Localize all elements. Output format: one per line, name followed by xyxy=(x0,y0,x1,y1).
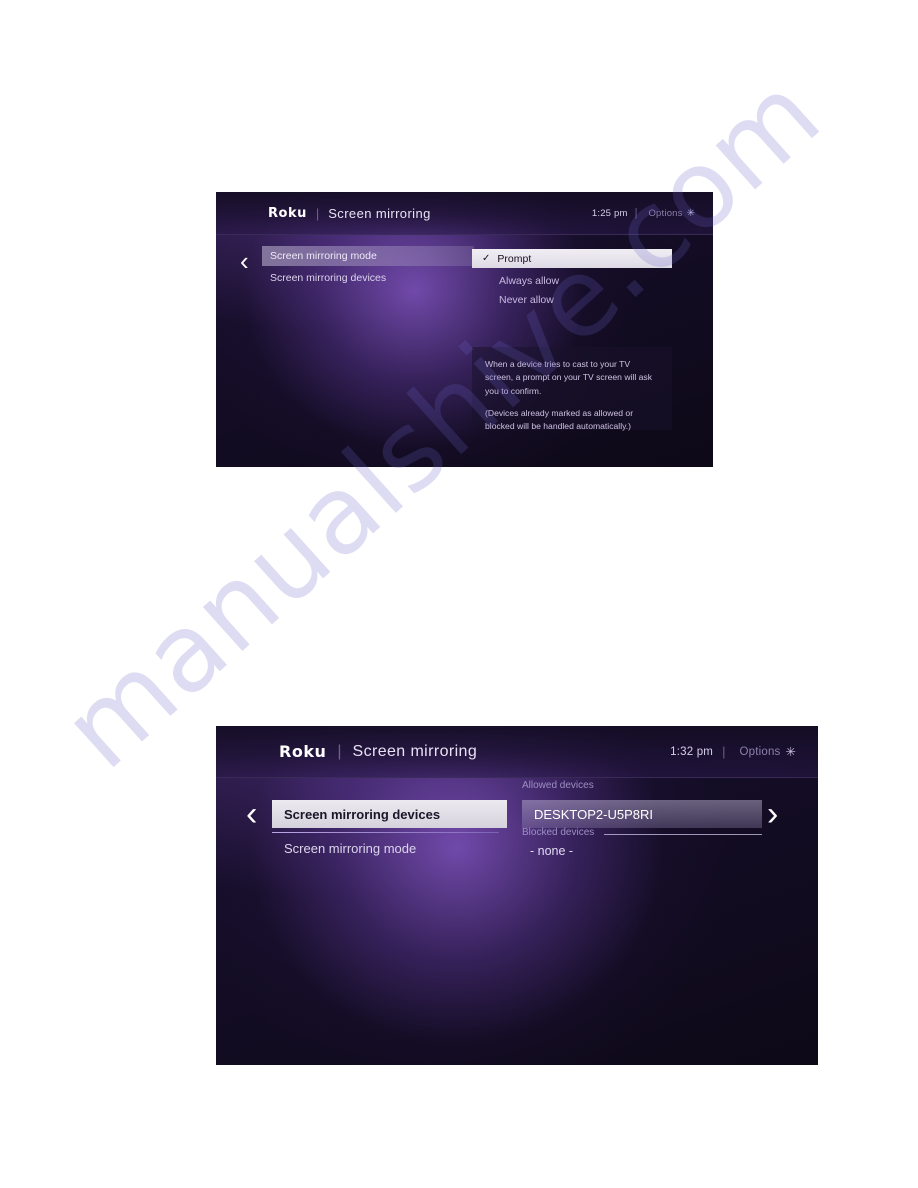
checkmark-icon: ✓ xyxy=(482,253,491,264)
blocked-devices-divider xyxy=(604,834,762,835)
screen2-header-bar: Roku | Screen mirroring 1:32 pm | Option… xyxy=(216,726,818,778)
roku-logo: Roku xyxy=(279,742,327,761)
sidebar-item-screen-mirroring-devices[interactable]: Screen mirroring devices xyxy=(262,268,474,288)
options-asterisk-icon: ✳ xyxy=(785,745,796,759)
description-paragraph: (Devices already marked as allowed or bl… xyxy=(485,407,634,431)
option-prompt[interactable]: ✓ Prompt xyxy=(472,249,672,268)
header-right-group: 1:25 pm | Options ✳ xyxy=(592,207,695,219)
clock-time: 1:32 pm xyxy=(670,745,714,758)
description-panel: When a device tries to cast to your TV s… xyxy=(472,347,672,431)
device-name: DESKTOP2-U5P8RI xyxy=(534,806,653,822)
blocked-devices-empty-text: - none - xyxy=(530,844,574,858)
option-label: Prompt xyxy=(497,252,532,265)
page-title: Screen mirroring xyxy=(352,742,478,760)
right-chevron-icon[interactable]: › xyxy=(767,797,778,831)
allowed-devices-label: Allowed devices xyxy=(522,780,594,791)
sidebar-item-label: Screen mirroring devices xyxy=(270,272,387,284)
option-label: Always allow xyxy=(499,274,560,287)
option-never-allow[interactable]: Never allow xyxy=(472,290,672,309)
sidebar-item-screen-mirroring-devices[interactable]: Screen mirroring devices xyxy=(272,800,507,828)
sidebar-item-screen-mirroring-mode[interactable]: Screen mirroring mode xyxy=(272,834,507,862)
header-right-divider: | xyxy=(634,207,638,219)
left-chevron-icon[interactable]: ‹ xyxy=(246,797,257,831)
roku-screenshot-devices: Roku | Screen mirroring 1:32 pm | Option… xyxy=(216,726,818,1065)
sidebar-item-label: Screen mirroring devices xyxy=(284,806,441,822)
header-right-divider: | xyxy=(722,744,726,759)
sidebar-item-screen-mirroring-mode[interactable]: Screen mirroring mode xyxy=(262,246,474,266)
description-paragraph: When a device tries to cast to your TV s… xyxy=(485,359,653,396)
option-label: Never allow xyxy=(499,293,554,306)
sidebar-item-label: Screen mirroring mode xyxy=(270,250,377,262)
options-asterisk-icon: ✳ xyxy=(686,207,695,219)
options-label[interactable]: Options xyxy=(739,746,780,758)
clock-time: 1:25 pm xyxy=(591,207,628,219)
header-right-group: 1:32 pm | Options ✳ xyxy=(670,744,796,759)
header-divider: | xyxy=(315,205,320,221)
sidebar-item-label: Screen mirroring mode xyxy=(284,840,417,856)
header-divider: | xyxy=(337,742,342,760)
screen1-header-bar: Roku | Screen mirroring 1:25 pm | Option… xyxy=(216,192,713,235)
options-label[interactable]: Options xyxy=(648,208,682,219)
allowed-device-item[interactable]: DESKTOP2-U5P8RI xyxy=(522,800,762,828)
blocked-devices-label: Blocked devices xyxy=(522,827,595,838)
option-always-allow[interactable]: Always allow xyxy=(472,271,672,290)
roku-screenshot-mode: Roku | Screen mirroring 1:25 pm | Option… xyxy=(216,192,713,467)
sidebar-selection-underline xyxy=(272,832,499,833)
left-chevron-icon[interactable]: ‹ xyxy=(240,248,249,274)
page-title: Screen mirroring xyxy=(328,205,431,221)
roku-logo: Roku xyxy=(268,205,307,221)
